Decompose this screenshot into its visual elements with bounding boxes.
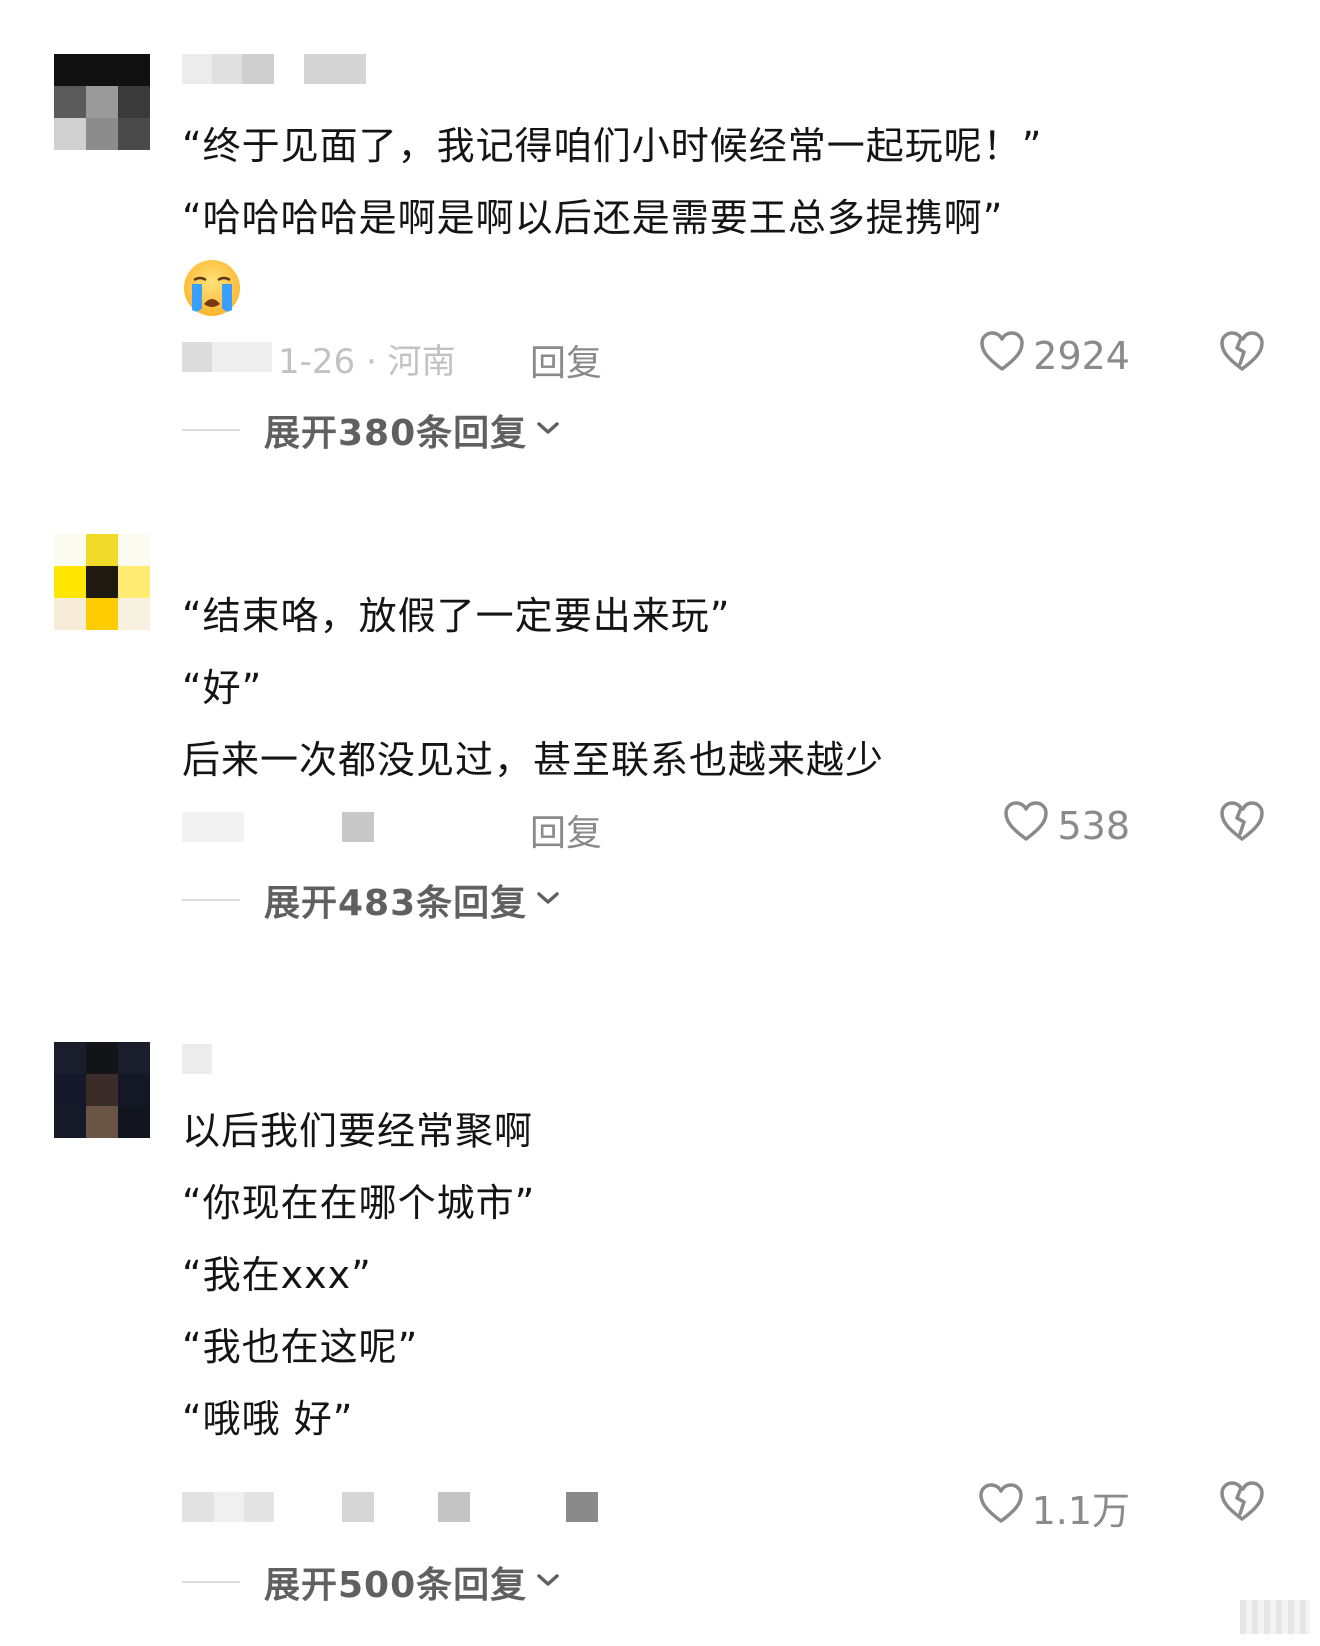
avatar[interactable] [54, 1042, 150, 1138]
dislike-button[interactable] [1219, 330, 1265, 376]
comment-text-line: “终于见面了，我记得咱们小时候经常一起玩呢！” [182, 124, 1043, 168]
comment-text-line: 后来一次都没见过，甚至联系也越来越少 [182, 738, 885, 782]
comment-text-line: “我也在这呢” [182, 1325, 419, 1369]
dislike-button[interactable] [1219, 800, 1265, 846]
comment-text-line: “哈哈哈哈是啊是啊以后还是需要王总多提携啊” [182, 196, 1004, 240]
meta-redacted [212, 342, 272, 372]
divider [182, 429, 240, 431]
comment-text-line: “我在xxx” [182, 1253, 372, 1297]
expand-replies-label: 展开380条回复 [264, 413, 528, 454]
username-redacted[interactable] [182, 54, 366, 84]
like-count: 538 [1057, 803, 1130, 848]
broken-heart-icon [1219, 1481, 1265, 1526]
dislike-button[interactable] [1219, 1480, 1265, 1526]
chevron-down-icon [535, 889, 561, 911]
like-count: 1.1万 [1031, 1489, 1130, 1533]
comment-text-line: 以后我们要经常聚啊 [182, 1109, 534, 1153]
heart-outline-icon [978, 1482, 1024, 1533]
username-redacted[interactable] [182, 1044, 212, 1074]
chevron-down-icon [535, 419, 561, 441]
meta-redacted [438, 1492, 470, 1522]
like-count: 2924 [1033, 333, 1130, 378]
like-button[interactable]: 1.1万 [978, 1480, 1130, 1535]
heart-outline-icon [979, 330, 1025, 381]
expand-replies-label: 展开500条回复 [264, 1565, 528, 1606]
comment-meta: 1-26 · 河南 [278, 342, 456, 382]
heart-outline-icon [1003, 800, 1049, 851]
comment-text-line: “你现在在哪个城市” [182, 1181, 536, 1225]
like-button[interactable]: 538 [1003, 800, 1130, 851]
meta-redacted [182, 342, 212, 372]
divider [182, 1581, 240, 1583]
expand-replies-label: 展开483条回复 [264, 883, 528, 924]
meta-redacted [182, 1492, 214, 1522]
like-button[interactable]: 2924 [979, 330, 1130, 381]
expand-replies-button[interactable]: 展开483条回复 [182, 875, 561, 925]
avatar[interactable] [54, 534, 150, 630]
loudly-crying-face-icon [182, 258, 242, 322]
meta-redacted [182, 812, 244, 842]
meta-redacted [342, 1492, 374, 1522]
avatar[interactable] [54, 54, 150, 150]
expand-replies-button[interactable]: 展开380条回复 [182, 405, 561, 455]
meta-redacted [214, 1492, 244, 1522]
reply-button[interactable]: 回复 [530, 334, 602, 386]
broken-heart-icon [1219, 331, 1265, 376]
broken-heart-icon [1219, 801, 1265, 846]
expand-replies-button[interactable]: 展开500条回复 [182, 1557, 561, 1607]
divider [182, 899, 240, 901]
watermark [1240, 1600, 1310, 1634]
chevron-down-icon [535, 1571, 561, 1593]
meta-redacted [342, 812, 374, 842]
meta-redacted [244, 1492, 274, 1522]
meta-redacted [566, 1492, 598, 1522]
comment-text-line: “哦哦 好” [182, 1397, 354, 1441]
reply-button[interactable]: 回复 [530, 804, 602, 856]
comment-text-line: “好” [182, 666, 263, 710]
comment-text-line: “结束咯，放假了一定要出来玩” [182, 594, 731, 638]
